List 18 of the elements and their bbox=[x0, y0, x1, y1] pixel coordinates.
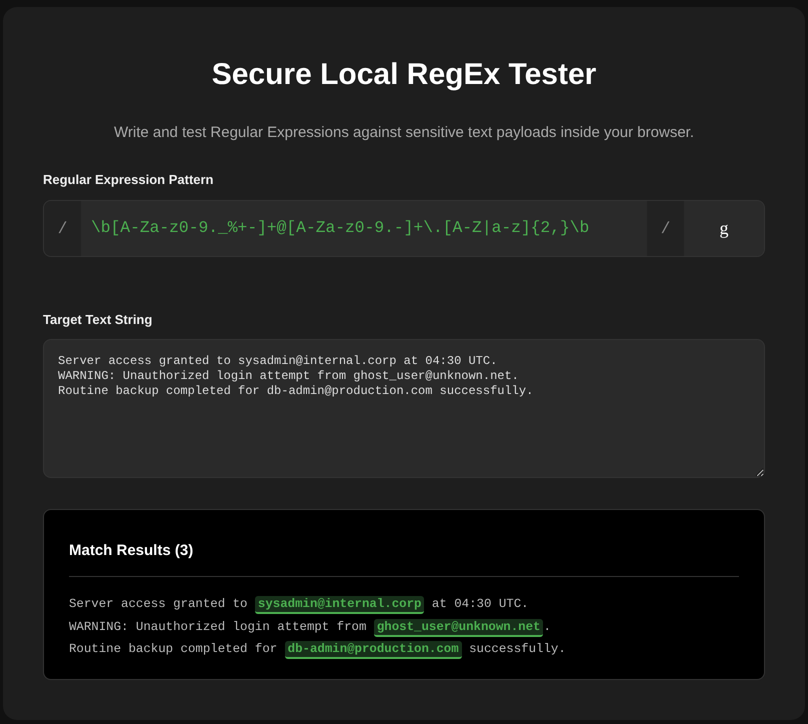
regex-field[interactable]: / \b[A-Za-z0-9._%+-]+@[A-Za-z0-9.-]+\.[A-Z|a-z]{2,}\b / g bbox=[43, 200, 765, 257]
delimiter: / bbox=[647, 201, 684, 256]
result-text: . bbox=[543, 620, 551, 634]
match-highlight: sysadmin@internal.corp bbox=[254, 596, 424, 614]
field-label: Target Text String bbox=[43, 311, 152, 329]
page-title: Secure Local RegEx Tester bbox=[212, 57, 596, 93]
result-text: Server access granted to bbox=[69, 597, 248, 611]
result-text: WARNING: Unauthorized login attempt from bbox=[69, 620, 368, 634]
result-text: Routine backup completed for bbox=[69, 642, 278, 656]
match-highlight: db-admin@production.com bbox=[284, 641, 462, 659]
field-label: Regular Expression Pattern bbox=[43, 171, 214, 189]
result-text: at 04:30 UTC. bbox=[430, 597, 529, 611]
match-highlight: ghost_user@unknown.net bbox=[374, 618, 544, 636]
result-text: successfully. bbox=[468, 642, 566, 656]
delimiter: / bbox=[44, 201, 81, 256]
target-text-area[interactable]: Server access granted to sysadmin@internal.corp at 04:30 UTC. WARNING: Unauthorized login attempt from ghost_user@unknown.net. Routine backup completed for db-admin@production.com successfully. bbox=[43, 339, 765, 478]
results-title: Match Results (3) bbox=[69, 541, 194, 561]
page-subtitle: Write and test Regular Expressions against sensitive text payloads inside your browser. bbox=[114, 123, 694, 143]
